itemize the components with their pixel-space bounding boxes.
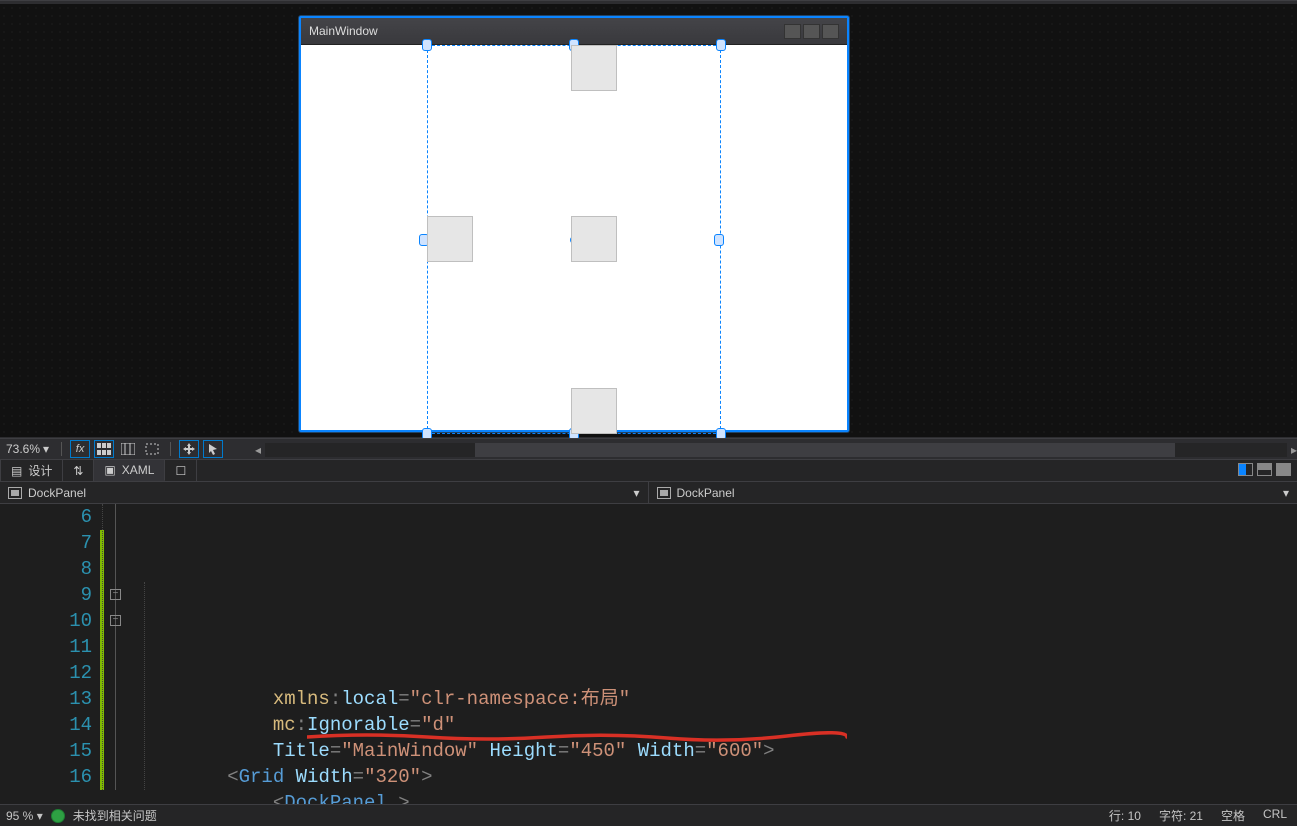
code-line[interactable]: xmlns:local="clr-namespace:布局": [136, 686, 957, 712]
dock-button-top[interactable]: [571, 45, 617, 91]
line-number: 10: [0, 608, 92, 634]
grid-icon[interactable]: [94, 440, 114, 458]
design-canvas[interactable]: [301, 45, 847, 430]
move-icon[interactable]: [179, 440, 199, 458]
status-crlf[interactable]: CRL: [1263, 807, 1287, 824]
designer-hscrollbar[interactable]: ◂ ▸: [265, 443, 1287, 457]
breadcrumb-text: DockPanel: [677, 486, 735, 500]
status-zoom-value: 95 %: [6, 809, 33, 823]
dock-button-right[interactable]: [571, 216, 617, 262]
line-number: 15: [0, 738, 92, 764]
tab-xaml[interactable]: ▣ XAML: [94, 460, 165, 481]
breadcrumb-text: DockPanel: [28, 486, 86, 500]
maximize-icon[interactable]: [803, 24, 820, 39]
status-zoom[interactable]: 95 % ▾: [6, 809, 43, 823]
container-icon: [657, 487, 671, 499]
status-char[interactable]: 字符: 21: [1159, 807, 1203, 824]
scroll-thumb[interactable]: [475, 443, 1175, 457]
cursor-icon[interactable]: [203, 440, 223, 458]
chevron-down-icon: ▾: [633, 486, 639, 500]
design-window-title: MainWindow: [309, 24, 378, 38]
selection-icon[interactable]: [142, 440, 162, 458]
split-vertical-icon[interactable]: [1238, 463, 1253, 476]
popout-icon: ☐: [175, 464, 186, 478]
breadcrumb-scope[interactable]: DockPanel ▾: [0, 482, 649, 503]
scroll-left-icon[interactable]: ◂: [251, 443, 265, 457]
design-icon: ▤: [11, 464, 22, 478]
chevron-down-icon: ▾: [37, 809, 43, 823]
pane-layout-toggles: [1238, 463, 1291, 476]
status-spaces[interactable]: 空格: [1221, 807, 1245, 824]
line-number: 7: [0, 530, 92, 556]
separator: [170, 442, 171, 456]
line-number: 6: [0, 504, 92, 530]
editor-tab-bar: ▤ 设计 ⇅ ▣ XAML ☐: [0, 460, 1297, 482]
status-ok-icon[interactable]: [51, 809, 65, 823]
breadcrumb-bar: DockPanel ▾ DockPanel ▾: [0, 482, 1297, 504]
design-window[interactable]: MainWindow: [299, 16, 849, 432]
chevron-down-icon: ▾: [43, 442, 49, 456]
tab-label: XAML: [122, 463, 155, 477]
designer-toolbar: 73.6% ▾ fx ◂ ▸: [0, 438, 1297, 460]
status-line[interactable]: 行: 10: [1109, 807, 1141, 824]
line-number: 14: [0, 712, 92, 738]
zoom-value: 73.6%: [6, 442, 40, 456]
close-icon[interactable]: [822, 24, 839, 39]
minimize-icon[interactable]: [784, 24, 801, 39]
snap-icon[interactable]: [118, 440, 138, 458]
selection-handle[interactable]: [714, 234, 724, 246]
separator: [61, 442, 62, 456]
chevron-down-icon: ▾: [1283, 486, 1289, 500]
indent-guide: [144, 582, 145, 790]
tab-label: 设计: [28, 462, 52, 479]
code-area[interactable]: xmlns:local="clr-namespace:布局" mc:Ignora…: [102, 504, 957, 810]
container-icon: [8, 487, 22, 499]
split-horizontal-icon[interactable]: [1257, 463, 1272, 476]
tab-design[interactable]: ▤ 设计: [0, 460, 63, 481]
line-number: 13: [0, 686, 92, 712]
line-number: 16: [0, 764, 92, 790]
swap-panes-button[interactable]: ⇅: [63, 460, 94, 481]
annotation-underline: [307, 731, 847, 743]
popout-button[interactable]: ☐: [165, 460, 197, 481]
code-editor[interactable]: − − 678910111213141516 xmlns:local="clr-…: [0, 504, 1297, 810]
designer-area[interactable]: MainWindow: [0, 4, 1297, 438]
line-number-gutter: − − 678910111213141516: [0, 504, 102, 810]
fx-icon[interactable]: fx: [70, 440, 90, 458]
status-issues[interactable]: 未找到相关问题: [73, 807, 157, 824]
indent-guide: [102, 504, 103, 790]
line-number: 8: [0, 556, 92, 582]
line-number: 9: [0, 582, 92, 608]
xaml-icon: ▣: [104, 463, 115, 477]
status-bar: 95 % ▾ 未找到相关问题 行: 10 字符: 21 空格 CRL: [0, 804, 1297, 826]
line-number: 12: [0, 660, 92, 686]
dock-button-bottom[interactable]: [571, 388, 617, 434]
code-line[interactable]: <Grid Width="320">: [136, 764, 957, 790]
selection-handle[interactable]: [716, 39, 726, 51]
zoom-dropdown[interactable]: 73.6% ▾: [6, 442, 53, 456]
selection-handle[interactable]: [422, 39, 432, 51]
line-number: 11: [0, 634, 92, 660]
breadcrumb-member[interactable]: DockPanel ▾: [649, 482, 1297, 503]
split-collapse-icon[interactable]: [1276, 463, 1291, 476]
swap-icon: ⇅: [73, 464, 83, 478]
dock-button-left[interactable]: [427, 216, 473, 262]
scroll-right-icon[interactable]: ▸: [1287, 443, 1297, 457]
